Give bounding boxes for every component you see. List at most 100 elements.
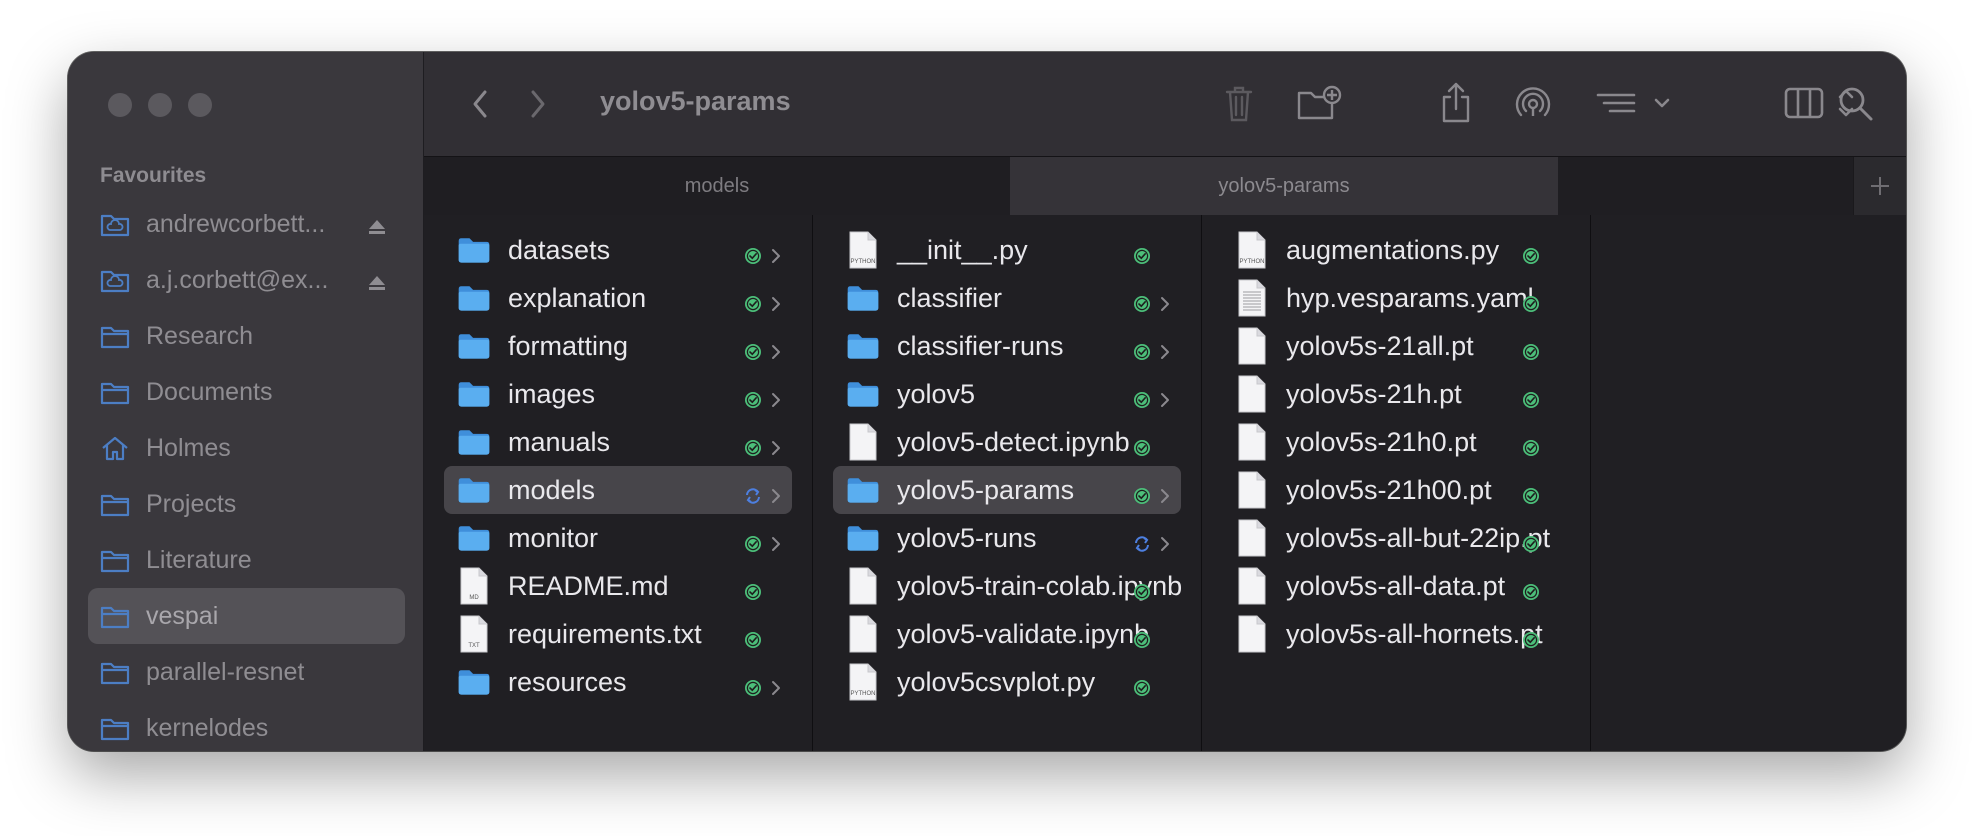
item-name: hyp.vesparams.yaml	[1286, 282, 1534, 313]
file-row[interactable]: yolov5s-all-hornets.pt	[1222, 610, 1570, 658]
sidebar-item[interactable]: Projects	[88, 476, 405, 532]
synced-status-icon	[744, 337, 762, 360]
file-row[interactable]: PYTHON yolov5csvplot.py	[833, 658, 1181, 706]
folder-row[interactable]: classifier-runs	[833, 322, 1181, 370]
sidebar-item[interactable]: Literature	[88, 532, 405, 588]
minimize-window-button[interactable]	[148, 93, 172, 117]
sidebar-item[interactable]: Research	[88, 308, 405, 364]
file-row[interactable]: yolov5s-all-data.pt	[1222, 562, 1570, 610]
folder-row[interactable]: datasets	[444, 226, 792, 274]
synced-status-icon	[1522, 481, 1540, 504]
sidebar-item-label: Documents	[146, 377, 273, 406]
synced-status-icon	[1133, 337, 1151, 360]
file-row[interactable]: yolov5-train-colab.ipynb	[833, 562, 1182, 610]
folder-row[interactable]: models	[444, 466, 792, 514]
sidebar-item[interactable]: kernelodes	[88, 700, 405, 751]
file-row[interactable]: yolov5s-21h.pt	[1222, 370, 1570, 418]
chevron-right-icon	[1159, 385, 1171, 407]
airdrop-button[interactable]	[1510, 82, 1556, 126]
chevron-right-icon	[531, 90, 545, 118]
item-name: yolov5s-all-but-22ip.pt	[1286, 522, 1551, 553]
folder-row[interactable]: classifier	[833, 274, 1181, 322]
document-icon	[843, 614, 883, 654]
folder-icon	[100, 323, 130, 349]
synced-status-icon	[744, 529, 762, 552]
file-row[interactable]: MD README.md	[444, 562, 792, 610]
folder-icon	[454, 470, 494, 510]
search-button[interactable]	[1836, 82, 1876, 126]
sidebar-item[interactable]: Documents	[88, 364, 405, 420]
finder-window: Favourites andrewcorbett... a.j.corbett@e…	[68, 52, 1906, 751]
file-row[interactable]: yolov5-detect.ipynb	[833, 418, 1181, 466]
trash-icon	[1225, 86, 1253, 122]
new-tab-button[interactable]	[1853, 157, 1906, 215]
item-name: formatting	[508, 330, 629, 361]
chevron-right-icon	[770, 385, 782, 407]
chevron-right-icon	[770, 337, 782, 359]
sidebar-item-label: parallel-resnet	[146, 657, 305, 686]
document-icon	[843, 422, 883, 462]
zoom-window-button[interactable]	[188, 93, 212, 117]
forward-button[interactable]	[518, 86, 558, 122]
sidebar-item[interactable]: parallel-resnet	[88, 644, 405, 700]
back-button[interactable]	[460, 86, 500, 122]
file-row[interactable]: yolov5s-21h00.pt	[1222, 466, 1570, 514]
folder-row[interactable]: yolov5	[833, 370, 1181, 418]
file-row[interactable]: PYTHON __init__.py	[833, 226, 1181, 274]
sidebar-item[interactable]: vespai	[88, 588, 405, 644]
icloud-drive-icon	[100, 211, 130, 237]
sidebar-item[interactable]: Holmes	[88, 420, 405, 476]
sidebar-item-label: a.j.corbett@ex...	[146, 265, 329, 294]
airdrop-icon	[1515, 87, 1551, 117]
group-by-button[interactable]	[1596, 86, 1676, 122]
folder-row[interactable]: explanation	[444, 274, 792, 322]
synced-status-icon	[1133, 385, 1151, 408]
tab-models[interactable]: models	[424, 157, 1010, 215]
eject-icon[interactable]	[367, 270, 387, 299]
folder-row[interactable]: yolov5-runs	[833, 514, 1181, 562]
synced-status-icon	[1133, 241, 1151, 264]
file-row[interactable]: yolov5s-all-but-22ip.pt	[1222, 514, 1570, 562]
folder-icon	[100, 491, 130, 517]
item-name: README.md	[508, 570, 669, 601]
svg-text:PYTHON: PYTHON	[850, 691, 875, 697]
search-icon	[1839, 87, 1873, 121]
new-folder-button[interactable]	[1294, 82, 1344, 126]
item-name: resources	[508, 666, 627, 697]
item-name: yolov5-params	[897, 474, 1075, 505]
share-button[interactable]	[1436, 78, 1476, 128]
close-window-button[interactable]	[108, 93, 132, 117]
folder-icon	[454, 278, 494, 318]
sidebar-item[interactable]: a.j.corbett@ex...	[88, 252, 405, 308]
item-name: yolov5	[897, 378, 976, 409]
folder-icon	[454, 518, 494, 558]
document-icon	[1232, 518, 1272, 558]
eject-icon[interactable]	[367, 214, 387, 243]
tab-yolov5-params[interactable]: yolov5-params	[1010, 157, 1558, 215]
folder-row[interactable]: manuals	[444, 418, 792, 466]
file-row[interactable]: yolov5-validate.ipynb	[833, 610, 1181, 658]
file-row[interactable]: PYTHON augmentations.py	[1222, 226, 1570, 274]
file-row[interactable]: TXT requirements.txt	[444, 610, 792, 658]
sidebar-item[interactable]: andrewcorbett...	[88, 196, 405, 252]
synced-status-icon	[744, 241, 762, 264]
folder-icon	[454, 374, 494, 414]
file-row[interactable]: yolov5s-21all.pt	[1222, 322, 1570, 370]
folder-icon	[454, 662, 494, 702]
chevron-right-icon	[1159, 481, 1171, 503]
folder-row[interactable]: yolov5-params	[833, 466, 1181, 514]
chevron-right-icon	[770, 481, 782, 503]
document-icon	[1232, 278, 1272, 318]
file-row[interactable]: hyp.vesparams.yaml	[1222, 274, 1570, 322]
file-row[interactable]: yolov5s-21h0.pt	[1222, 418, 1570, 466]
svg-text:PYTHON: PYTHON	[1239, 259, 1264, 265]
folder-row[interactable]: resources	[444, 658, 792, 706]
folder-row[interactable]: formatting	[444, 322, 792, 370]
folder-row[interactable]: monitor	[444, 514, 792, 562]
folder-row[interactable]: images	[444, 370, 792, 418]
column-vespai: datasets explanation formatting images manua…	[424, 215, 813, 751]
folder-icon	[100, 659, 130, 685]
folder-icon	[843, 326, 883, 366]
item-name: models	[508, 474, 596, 505]
trash-button[interactable]	[1219, 82, 1259, 126]
